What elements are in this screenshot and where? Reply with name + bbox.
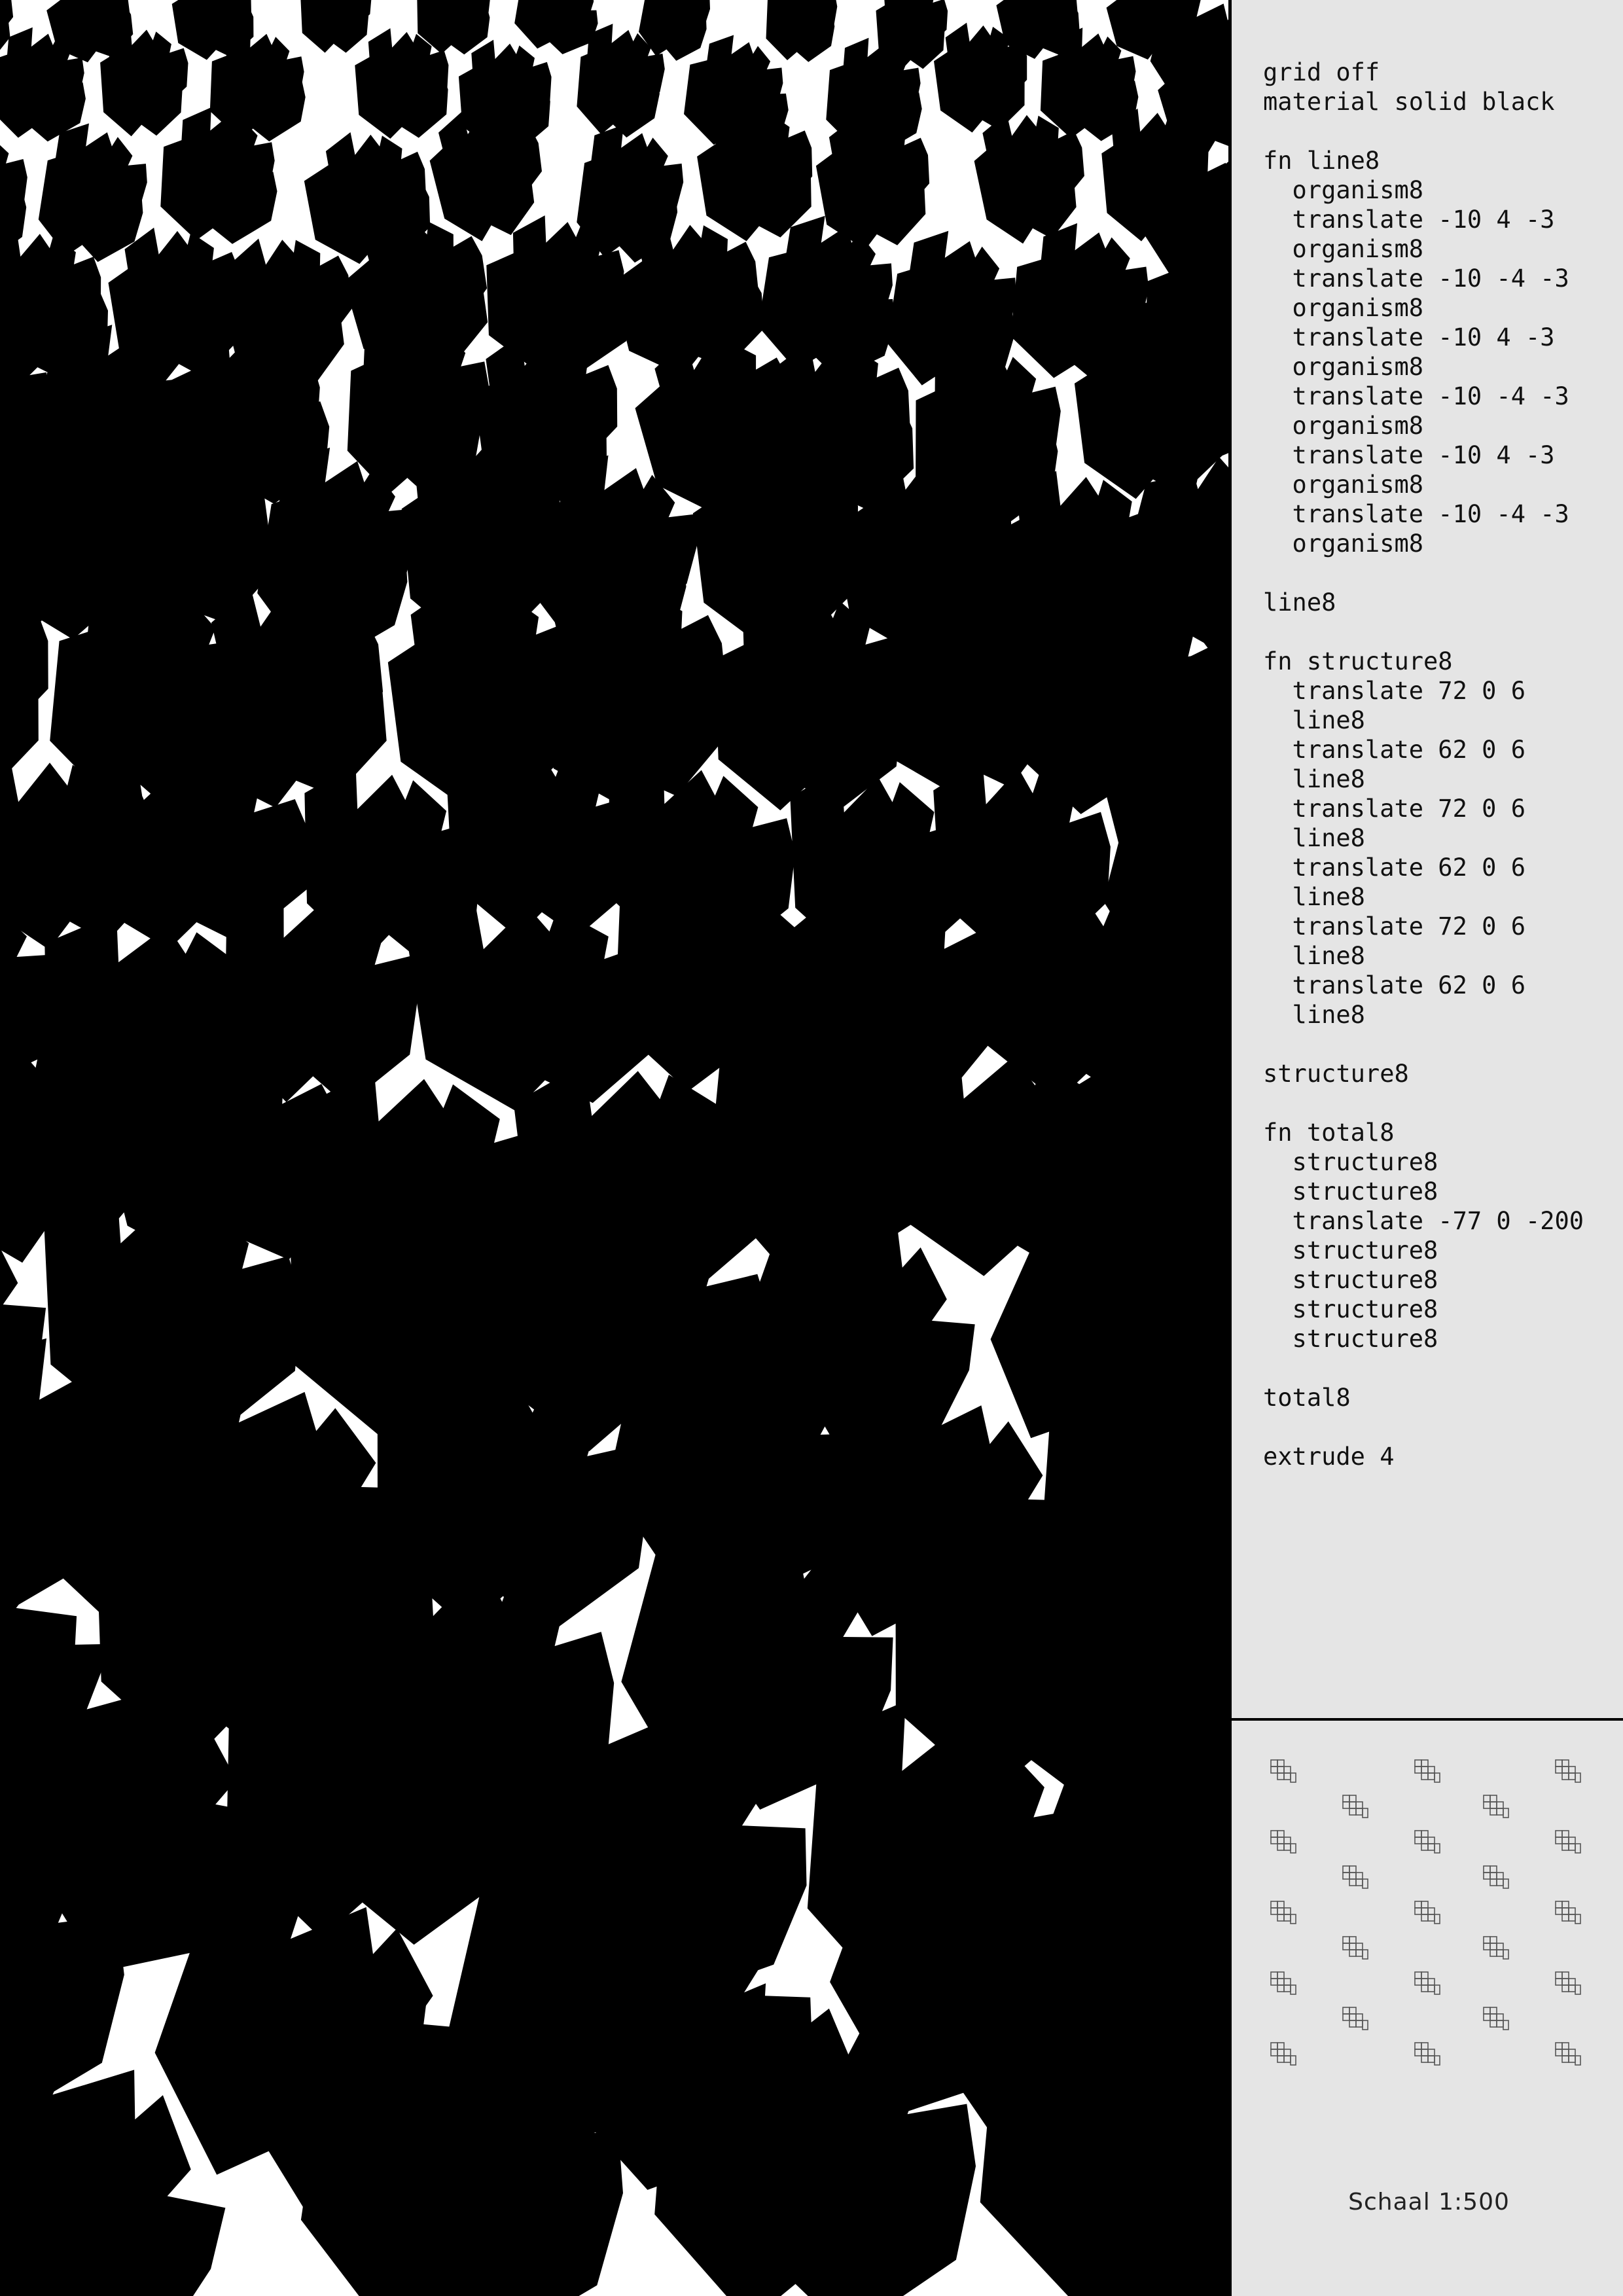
code-line: organism8	[1263, 412, 1424, 440]
code-line: line8	[1263, 942, 1365, 970]
code-line: material solid black	[1263, 88, 1555, 116]
plan-glyph-icon	[1555, 1901, 1581, 1924]
plan-preview-canvas	[1270, 1759, 1581, 2066]
plan-glyph-icon	[1483, 1936, 1509, 1960]
side-panel: grid off material solid black fn line8 or…	[1228, 0, 1623, 2296]
plan-glyph-icon	[1342, 2007, 1368, 2030]
code-line: line8	[1263, 706, 1365, 734]
code-line: line8	[1263, 588, 1336, 617]
code-line: line8	[1263, 883, 1365, 911]
plan-glyph-icon	[1555, 1830, 1581, 1854]
code-editor[interactable]: grid off material solid black fn line8 or…	[1263, 58, 1616, 1694]
plan-glyph-icon	[1270, 2042, 1296, 2066]
code-line: organism8	[1263, 235, 1424, 263]
code-line: translate 72 0 6	[1263, 912, 1525, 941]
code-line: structure8	[1263, 1266, 1438, 1294]
code-line: structure8	[1263, 1325, 1438, 1353]
code-line: structure8	[1263, 1148, 1438, 1176]
code-line: structure8	[1263, 1295, 1438, 1323]
plan-glyph-icon	[1555, 2042, 1581, 2066]
code-line: translate -10 4 -3	[1263, 323, 1555, 351]
plan-glyph-icon	[1414, 1971, 1440, 1995]
plan-glyph-icon	[1483, 1865, 1509, 1889]
code-line: fn line8	[1263, 147, 1380, 175]
plan-glyph-icon	[1483, 2007, 1509, 2030]
plan-glyph-icon	[1414, 1759, 1440, 1783]
code-line: translate 62 0 6	[1263, 853, 1525, 882]
code-line: translate 72 0 6	[1263, 677, 1525, 705]
code-line: translate -10 -4 -3	[1263, 264, 1569, 293]
plan-glyph-icon	[1342, 1865, 1368, 1889]
plan-glyph-icon	[1270, 1971, 1296, 1995]
plan-glyph-icon	[1342, 1936, 1368, 1960]
plan-glyph-icon	[1270, 1901, 1296, 1924]
code-line: translate -10 4 -3	[1263, 441, 1555, 469]
code-line: fn total8	[1263, 1119, 1395, 1147]
3d-viewport[interactable]	[0, 0, 1228, 2296]
plan-glyph-icon	[1555, 1971, 1581, 1995]
code-line: translate -10 -4 -3	[1263, 500, 1569, 528]
plan-glyph-icon	[1483, 1795, 1509, 1818]
code-line: organism8	[1263, 176, 1424, 204]
code-line: translate 72 0 6	[1263, 795, 1525, 823]
code-line: organism8	[1263, 471, 1424, 499]
code-line: translate -77 0 -200	[1263, 1207, 1584, 1235]
plan-glyph-icon	[1414, 1830, 1440, 1854]
code-line: organism8	[1263, 294, 1424, 322]
code-line: line8	[1263, 1001, 1365, 1029]
code-line: translate -10 -4 -3	[1263, 382, 1569, 410]
code-line: structure8	[1263, 1236, 1438, 1265]
code-line: structure8	[1263, 1060, 1409, 1088]
code-line: translate -10 4 -3	[1263, 206, 1555, 234]
code-line: organism8	[1263, 529, 1424, 558]
code-line: line8	[1263, 765, 1365, 793]
plan-glyph-icon	[1270, 1830, 1296, 1854]
plan-glyph-icon	[1270, 1759, 1296, 1783]
plan-glyph-icon	[1414, 1901, 1440, 1924]
scale-label: Schaal 1:500	[1348, 2189, 1510, 2215]
code-line: translate 62 0 6	[1263, 971, 1525, 999]
code-line: fn structure8	[1263, 647, 1453, 675]
code-line: translate 62 0 6	[1263, 736, 1525, 764]
code-line: extrude 4	[1263, 1443, 1395, 1471]
code-line: line8	[1263, 824, 1365, 852]
code-line: structure8	[1263, 1177, 1438, 1206]
code-line: total8	[1263, 1384, 1351, 1412]
code-line: organism8	[1263, 353, 1424, 381]
code-line: grid off	[1263, 58, 1380, 86]
scene-canvas[interactable]	[0, 0, 1228, 2296]
plan-glyph-icon	[1342, 1795, 1368, 1818]
plan-glyph-icon	[1414, 2042, 1440, 2066]
plan-glyph-icon	[1555, 1759, 1581, 1783]
